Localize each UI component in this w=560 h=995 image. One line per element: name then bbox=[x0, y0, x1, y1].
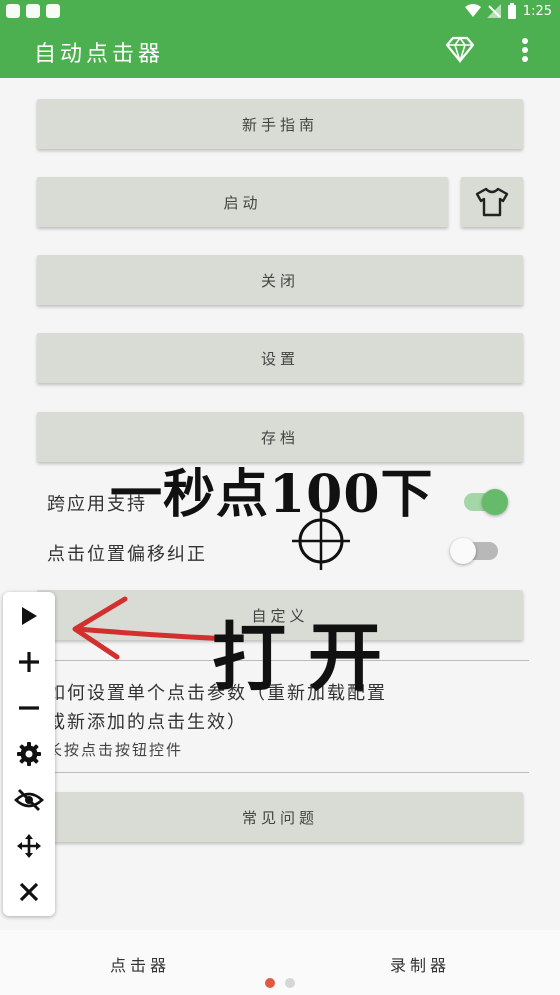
guide-button[interactable]: 新手指南 bbox=[37, 99, 523, 149]
eye-off-icon bbox=[14, 789, 44, 811]
notification-icon bbox=[46, 4, 60, 18]
notification-icon bbox=[26, 4, 40, 18]
offset-correction-label: 点击位置偏移纠正 bbox=[47, 544, 207, 565]
app-bar: 自动点击器 bbox=[0, 24, 560, 78]
add-point-button[interactable] bbox=[3, 640, 55, 684]
page-indicator-active bbox=[265, 978, 275, 988]
tab-recorder[interactable]: 录制器 bbox=[390, 952, 450, 976]
toggle-thumb bbox=[450, 538, 476, 564]
battery-icon bbox=[507, 3, 516, 19]
exit-button[interactable] bbox=[3, 870, 55, 914]
close-button[interactable]: 关闭 bbox=[37, 255, 523, 305]
move-button[interactable] bbox=[3, 824, 55, 868]
plus-icon bbox=[19, 652, 39, 672]
divider bbox=[37, 772, 529, 773]
diamond-icon[interactable] bbox=[444, 36, 476, 64]
start-button[interactable]: 启动 bbox=[37, 177, 448, 227]
more-vert-icon[interactable] bbox=[515, 34, 535, 66]
help-line-3: 长按点击按钮控件 bbox=[47, 741, 184, 759]
status-time: 1:25 bbox=[522, 3, 552, 19]
tab-clicker[interactable]: 点击器 bbox=[110, 952, 170, 976]
overlay-open-label: 打开 bbox=[212, 615, 404, 701]
settings-button[interactable]: 设置 bbox=[37, 333, 523, 383]
close-icon bbox=[19, 882, 39, 902]
minus-icon bbox=[19, 706, 39, 710]
move-icon bbox=[17, 834, 41, 858]
settings-toolbar-button[interactable] bbox=[3, 732, 55, 776]
play-button[interactable] bbox=[3, 594, 55, 638]
faq-button[interactable]: 常见问题 bbox=[37, 792, 523, 842]
notification-icons bbox=[6, 4, 60, 18]
toggle-thumb bbox=[482, 489, 508, 515]
floating-toolbar bbox=[3, 592, 55, 916]
bottom-tab-bar: 点击器 录制器 bbox=[0, 930, 560, 995]
skin-button[interactable] bbox=[461, 177, 523, 227]
help-line-2: 或新添加的点击生效） bbox=[47, 712, 247, 733]
crosshair-icon bbox=[292, 512, 350, 570]
remove-point-button[interactable] bbox=[3, 686, 55, 730]
wifi-icon bbox=[464, 4, 481, 17]
notification-icon bbox=[6, 4, 20, 18]
app-title: 自动点击器 bbox=[34, 42, 165, 67]
page-indicator bbox=[285, 978, 295, 988]
hide-button[interactable] bbox=[3, 778, 55, 822]
tshirt-icon bbox=[475, 187, 509, 217]
status-bar: 1:25 bbox=[0, 0, 560, 24]
gear-icon bbox=[17, 742, 41, 766]
overlay-headline: 一秒点100下 bbox=[110, 464, 434, 525]
no-signal-icon bbox=[486, 4, 501, 18]
play-icon bbox=[22, 607, 37, 625]
